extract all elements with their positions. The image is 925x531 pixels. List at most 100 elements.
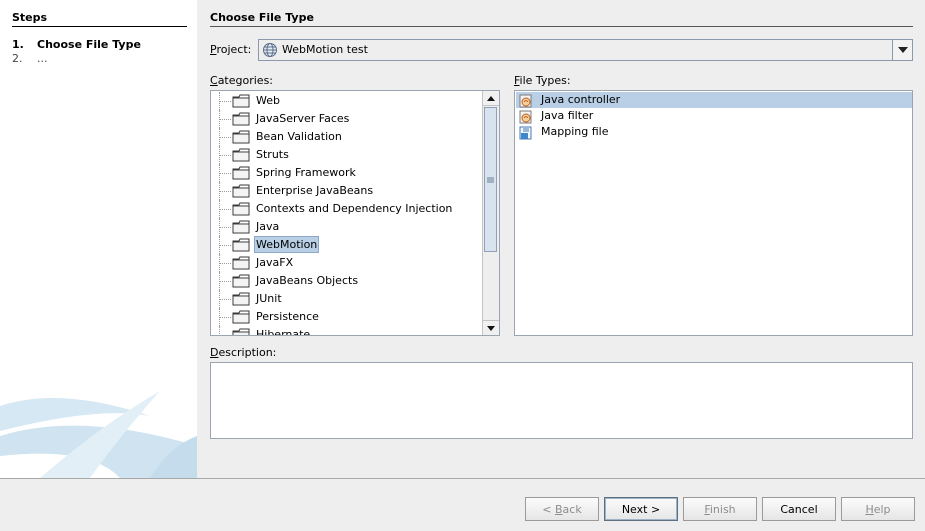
step-label: Choose File Type bbox=[37, 38, 141, 51]
tree-line bbox=[219, 263, 231, 264]
tree-line bbox=[219, 317, 231, 318]
arrow-up-icon bbox=[487, 95, 495, 101]
file-types-list[interactable]: Java controller Java filter Mapping file bbox=[514, 90, 913, 336]
folder-icon bbox=[232, 256, 250, 273]
project-label: Project: bbox=[210, 43, 252, 56]
tree-line bbox=[219, 227, 231, 228]
tree-line bbox=[219, 245, 231, 246]
help-button[interactable]: Help bbox=[841, 497, 915, 521]
categories-tree-viewport: Web JavaServer Faces Bean Validation Struts… bbox=[211, 91, 483, 335]
category-label: Struts bbox=[256, 148, 289, 161]
description-box bbox=[210, 362, 913, 439]
category-item[interactable]: Struts bbox=[211, 146, 483, 164]
folder-icon bbox=[232, 112, 250, 129]
globe-project-icon bbox=[263, 43, 277, 57]
scroll-up-button[interactable] bbox=[483, 91, 499, 106]
steps-panel: Steps 1. Choose File Type 2.... bbox=[0, 0, 197, 478]
category-label: Persistence bbox=[256, 310, 319, 323]
category-item[interactable]: JavaBeans Objects bbox=[211, 272, 483, 290]
tree-line bbox=[219, 191, 231, 192]
tree-line bbox=[219, 326, 220, 335]
tree-line bbox=[219, 299, 231, 300]
folder-icon bbox=[232, 274, 250, 291]
categories-label: Categories: bbox=[210, 74, 274, 87]
category-label: Web bbox=[256, 94, 280, 107]
project-combobox[interactable]: WebMotion test bbox=[258, 39, 913, 61]
tree-line bbox=[219, 137, 231, 138]
category-label: JavaServer Faces bbox=[256, 112, 350, 125]
categories-tree[interactable]: Web JavaServer Faces Bean Validation Struts… bbox=[210, 90, 500, 336]
folder-icon bbox=[232, 238, 250, 255]
step-choose-file-type: 1. Choose File Type bbox=[12, 38, 141, 51]
category-label: JavaFX bbox=[256, 256, 294, 269]
file-type-label: Java controller bbox=[541, 93, 621, 106]
category-item[interactable]: JUnit bbox=[211, 290, 483, 308]
file-type-label: Mapping file bbox=[541, 125, 609, 138]
step-number: 2. bbox=[12, 52, 23, 65]
scroll-thumb[interactable] bbox=[484, 107, 497, 252]
category-label: Spring Framework bbox=[256, 166, 356, 179]
project-combobox-value: WebMotion test bbox=[262, 43, 368, 57]
category-label: WebMotion bbox=[253, 236, 320, 253]
category-label: Hibernate bbox=[256, 328, 311, 335]
panel-title: Choose File Type bbox=[210, 11, 913, 27]
file-types-label: File Types: bbox=[514, 74, 571, 87]
next-button[interactable]: Next > bbox=[604, 497, 678, 521]
tree-line bbox=[219, 101, 231, 102]
tree-line bbox=[219, 173, 231, 174]
step-label: ... bbox=[37, 52, 48, 65]
category-item[interactable]: Web bbox=[211, 92, 483, 110]
category-item[interactable]: Persistence bbox=[211, 308, 483, 326]
folder-icon bbox=[232, 94, 250, 111]
back-button[interactable]: < Back bbox=[525, 497, 599, 521]
wizard-watermark-graphic bbox=[0, 391, 197, 478]
bottom-separator bbox=[0, 478, 925, 479]
file-type-item[interactable]: Mapping file bbox=[516, 124, 912, 140]
file-type-item[interactable]: Java controller bbox=[516, 92, 912, 108]
category-item[interactable]: Java bbox=[211, 218, 483, 236]
folder-icon bbox=[232, 292, 250, 309]
category-label: Bean Validation bbox=[256, 130, 342, 143]
category-item[interactable]: JavaServer Faces bbox=[211, 110, 483, 128]
mapping-file-icon bbox=[518, 125, 534, 144]
folder-icon bbox=[232, 166, 250, 183]
folder-icon bbox=[232, 202, 250, 219]
file-type-label: Java filter bbox=[541, 109, 594, 122]
folder-icon bbox=[232, 184, 250, 201]
category-item[interactable]: Spring Framework bbox=[211, 164, 483, 182]
project-dropdown-button[interactable] bbox=[892, 40, 912, 60]
file-type-item[interactable]: Java filter bbox=[516, 108, 912, 124]
category-item[interactable]: JavaFX bbox=[211, 254, 483, 272]
cancel-button[interactable]: Cancel bbox=[762, 497, 836, 521]
tree-line bbox=[219, 281, 231, 282]
scroll-down-button[interactable] bbox=[483, 320, 499, 335]
category-item[interactable]: Hibernate bbox=[211, 326, 483, 335]
step-number: 1. bbox=[12, 38, 24, 51]
folder-icon bbox=[232, 148, 250, 165]
category-label: Java bbox=[256, 220, 280, 233]
category-item[interactable]: WebMotion bbox=[211, 236, 483, 254]
description-label: Description: bbox=[210, 346, 277, 359]
step-next: 2.... bbox=[12, 52, 48, 65]
categories-scrollbar[interactable] bbox=[482, 91, 499, 335]
finish-button[interactable]: Finish bbox=[683, 497, 757, 521]
tree-line bbox=[219, 209, 231, 210]
chevron-down-icon bbox=[897, 47, 908, 53]
grip-icon bbox=[487, 177, 494, 182]
steps-title: Steps bbox=[12, 11, 187, 27]
category-item[interactable]: Contexts and Dependency Injection bbox=[211, 200, 483, 218]
arrow-down-icon bbox=[487, 325, 495, 331]
category-label: JUnit bbox=[256, 292, 282, 305]
project-name: WebMotion test bbox=[282, 43, 368, 56]
tree-line bbox=[219, 155, 231, 156]
category-label: Enterprise JavaBeans bbox=[256, 184, 374, 197]
folder-icon bbox=[232, 310, 250, 327]
folder-icon bbox=[232, 130, 250, 147]
category-label: Contexts and Dependency Injection bbox=[256, 202, 453, 215]
category-item[interactable]: Enterprise JavaBeans bbox=[211, 182, 483, 200]
folder-icon bbox=[232, 220, 250, 237]
tree-line bbox=[219, 119, 231, 120]
folder-icon bbox=[232, 328, 250, 335]
category-label: JavaBeans Objects bbox=[256, 274, 359, 287]
category-item[interactable]: Bean Validation bbox=[211, 128, 483, 146]
